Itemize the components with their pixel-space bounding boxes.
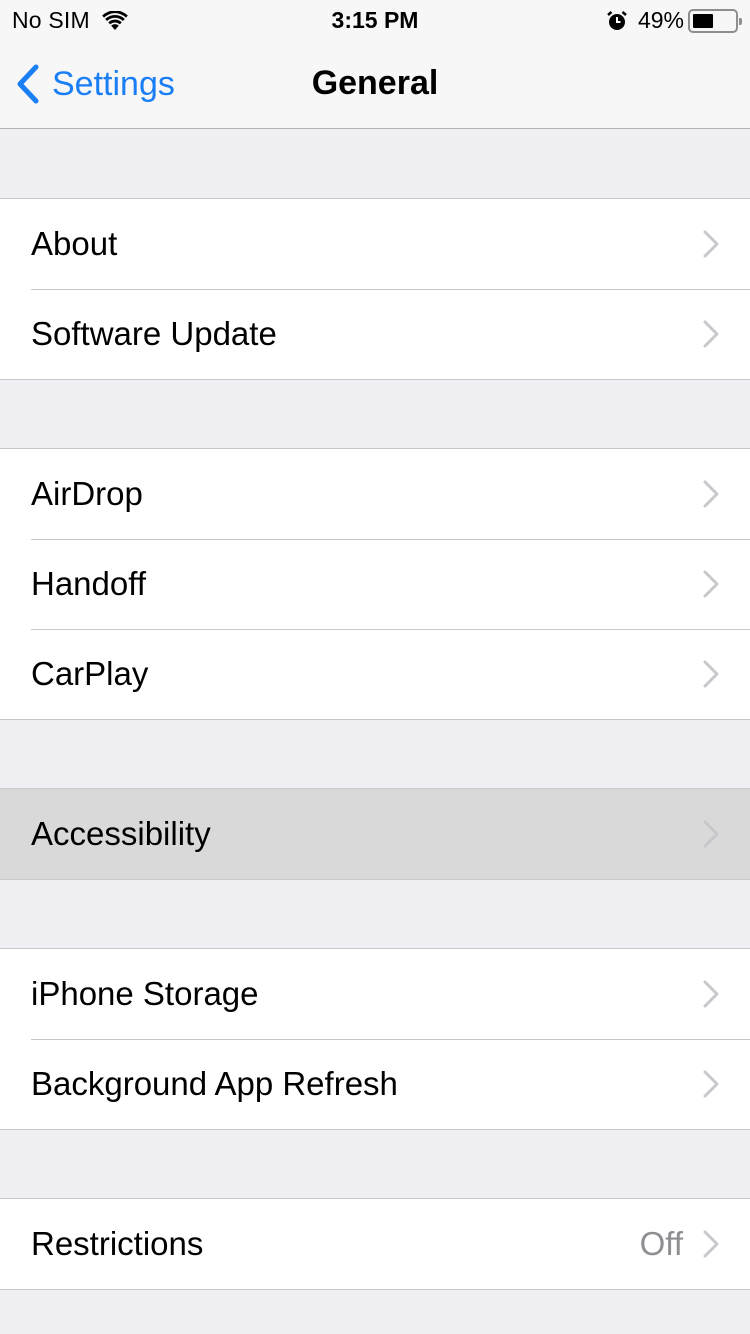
settings-group-storage: iPhone Storage Background App Refresh	[0, 948, 750, 1130]
settings-group-accessibility: Accessibility	[0, 788, 750, 880]
row-airdrop[interactable]: AirDrop	[0, 449, 750, 539]
chevron-left-icon	[17, 64, 39, 104]
row-label: iPhone Storage	[31, 975, 259, 1012]
status-left: No SIM	[12, 7, 128, 34]
chevron-right-icon	[703, 480, 719, 508]
carrier-label: No SIM	[12, 7, 90, 33]
row-handoff[interactable]: Handoff	[0, 539, 750, 629]
row-background-app-refresh[interactable]: Background App Refresh	[0, 1039, 750, 1129]
chevron-right-icon	[703, 660, 719, 688]
row-value: Off	[639, 1225, 683, 1262]
row-carplay[interactable]: CarPlay	[0, 629, 750, 719]
row-label: About	[31, 225, 118, 262]
row-accessibility[interactable]: Accessibility	[0, 789, 750, 879]
navigation-bar: Settings General	[0, 40, 750, 128]
row-label: CarPlay	[31, 655, 149, 692]
row-iphone-storage[interactable]: iPhone Storage	[0, 949, 750, 1039]
status-right: 49%	[606, 7, 742, 34]
battery-percent: 49%	[637, 7, 684, 33]
battery-fill	[693, 13, 713, 28]
chevron-right-icon	[703, 570, 719, 598]
row-software-update[interactable]: Software Update	[0, 289, 750, 379]
row-label: Restrictions	[31, 1225, 204, 1262]
top-bar: No SIM 3:15 PM 49% Settings General	[0, 0, 750, 129]
chevron-right-icon	[703, 320, 719, 348]
battery-nub	[739, 17, 742, 25]
settings-group-connectivity: AirDrop Handoff CarPlay	[0, 448, 750, 720]
row-label: AirDrop	[31, 475, 143, 512]
wifi-icon	[102, 10, 128, 30]
chevron-right-icon	[703, 230, 719, 258]
battery-icon	[688, 8, 742, 33]
status-bar: No SIM 3:15 PM 49%	[0, 0, 750, 40]
chevron-right-icon	[703, 1230, 719, 1258]
row-label: Background App Refresh	[31, 1065, 398, 1102]
back-button-label: Settings	[52, 64, 175, 103]
chevron-right-icon	[703, 820, 719, 848]
chevron-right-icon	[703, 980, 719, 1008]
back-button[interactable]: Settings	[14, 62, 175, 106]
row-restrictions[interactable]: Restrictions Off	[0, 1199, 750, 1289]
row-label: Accessibility	[31, 815, 211, 852]
row-label: Software Update	[31, 315, 277, 352]
alarm-clock-icon	[607, 10, 627, 30]
settings-group-restrictions: Restrictions Off	[0, 1198, 750, 1290]
settings-group-about: About Software Update	[0, 198, 750, 380]
chevron-right-icon	[703, 1070, 719, 1098]
row-label: Handoff	[31, 565, 146, 602]
row-about[interactable]: About	[0, 199, 750, 289]
